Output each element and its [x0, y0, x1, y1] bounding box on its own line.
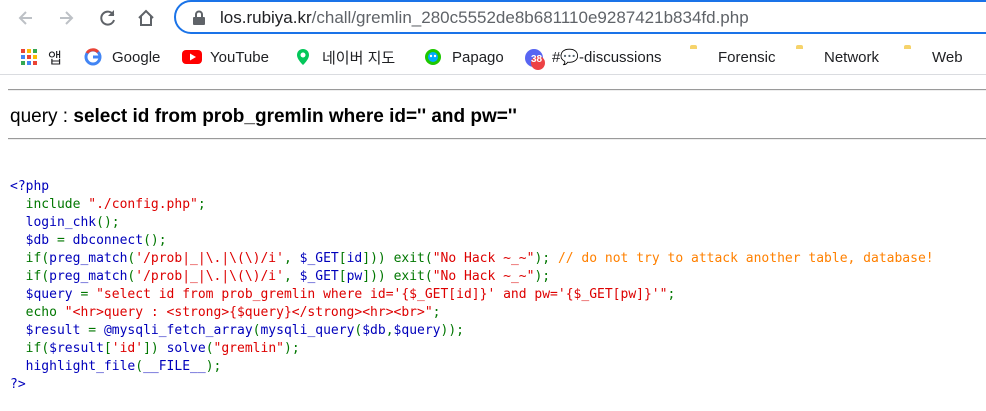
bookmark-apps[interactable]: 앱 [20, 46, 62, 68]
code-line: echo "<hr>query : <strong>{$query}</stro… [25, 305, 441, 320]
bookmark-label: Network [824, 48, 880, 66]
bookmark-google[interactable]: Google [84, 46, 160, 68]
google-icon [84, 48, 102, 66]
url-path: /chall/gremlin_280c5552de8b681110e928742… [311, 8, 749, 27]
forward-button[interactable] [52, 4, 80, 32]
bookmark-papago[interactable]: Papago [424, 46, 504, 68]
code-line: $query = "select id from prob_gremlin wh… [25, 287, 676, 302]
forward-arrow-icon [60, 11, 74, 25]
code-line: highlight_file(__FILE__); [25, 359, 222, 374]
youtube-icon [182, 48, 202, 66]
code-line: login_chk(); [25, 215, 120, 230]
home-icon [138, 9, 154, 26]
bookmark-folder-forensic[interactable]: Forensic [690, 46, 776, 68]
divider-top [8, 89, 986, 91]
reload-button[interactable] [94, 4, 122, 32]
bookmarks-bar: 앱 Google YouTube 네이버 지도 Papago 38 #💬-dis… [0, 40, 986, 75]
query-display: query : select id from prob_gremlin wher… [10, 106, 517, 128]
bookmark-label: #💬-discussions [552, 49, 662, 66]
back-button[interactable] [12, 4, 40, 32]
bookmark-label: 네이버 지도 [322, 49, 396, 67]
folder-icon [690, 48, 708, 66]
folder-icon [796, 48, 814, 66]
page-content: query : select id from prob_gremlin wher… [0, 80, 986, 411]
notification-badge: 38 [531, 54, 543, 65]
papago-icon [424, 48, 442, 66]
folder-icon [904, 48, 922, 66]
source-code-block: <?php include "./config.php"; login_chk(… [10, 178, 934, 394]
query-label: query : [10, 106, 74, 127]
bookmark-label: Forensic [718, 48, 776, 66]
code-line: $result = @mysqli_fetch_array(mysqli_que… [25, 323, 464, 338]
bookmark-youtube[interactable]: YouTube [182, 46, 269, 68]
code-line: include "./config.php"; [25, 197, 206, 212]
bookmark-naver-map[interactable]: 네이버 지도 [294, 46, 395, 68]
divider-bottom [8, 138, 986, 140]
url-host: los.rubiya.kr [220, 8, 312, 27]
code-line: $db = dbconnect(); [25, 233, 167, 248]
bookmark-label: Papago [452, 48, 504, 66]
home-button[interactable] [132, 4, 160, 32]
naver-map-icon [294, 48, 312, 66]
url-text[interactable]: los.rubiya.kr/chall/gremlin_280c5552de8b… [220, 8, 749, 28]
php-open-tag: <?php [10, 179, 50, 194]
bookmark-discussions[interactable]: 38 #💬-discussions [524, 46, 662, 70]
lock-icon [192, 10, 206, 31]
back-arrow-icon [18, 11, 32, 25]
bookmark-label: Web [932, 48, 963, 66]
apps-grid-icon [20, 48, 38, 66]
discord-icon: 38 [524, 48, 545, 70]
query-text: select id from prob_gremlin where id='' … [73, 106, 517, 127]
bookmark-label: 앱 [48, 49, 62, 67]
code-line: if(preg_match('/prob|_|\.|\(\)/i', $_GET… [25, 269, 551, 284]
bookmark-folder-web[interactable]: Web [904, 46, 963, 68]
bookmark-folder-network[interactable]: Network [796, 46, 879, 68]
code-line: if($result['id']) solve("gremlin"); [25, 341, 300, 356]
bookmark-label: Google [112, 48, 161, 66]
php-close-tag: ?> [10, 377, 26, 392]
browser-toolbar: los.rubiya.kr/chall/gremlin_280c5552de8b… [0, 0, 986, 36]
bookmark-label: YouTube [210, 48, 269, 66]
address-bar[interactable]: los.rubiya.kr/chall/gremlin_280c5552de8b… [174, 0, 986, 34]
reload-icon [100, 10, 115, 26]
code-line: if(preg_match('/prob|_|\.|\(\)/i', $_GET… [25, 251, 934, 266]
